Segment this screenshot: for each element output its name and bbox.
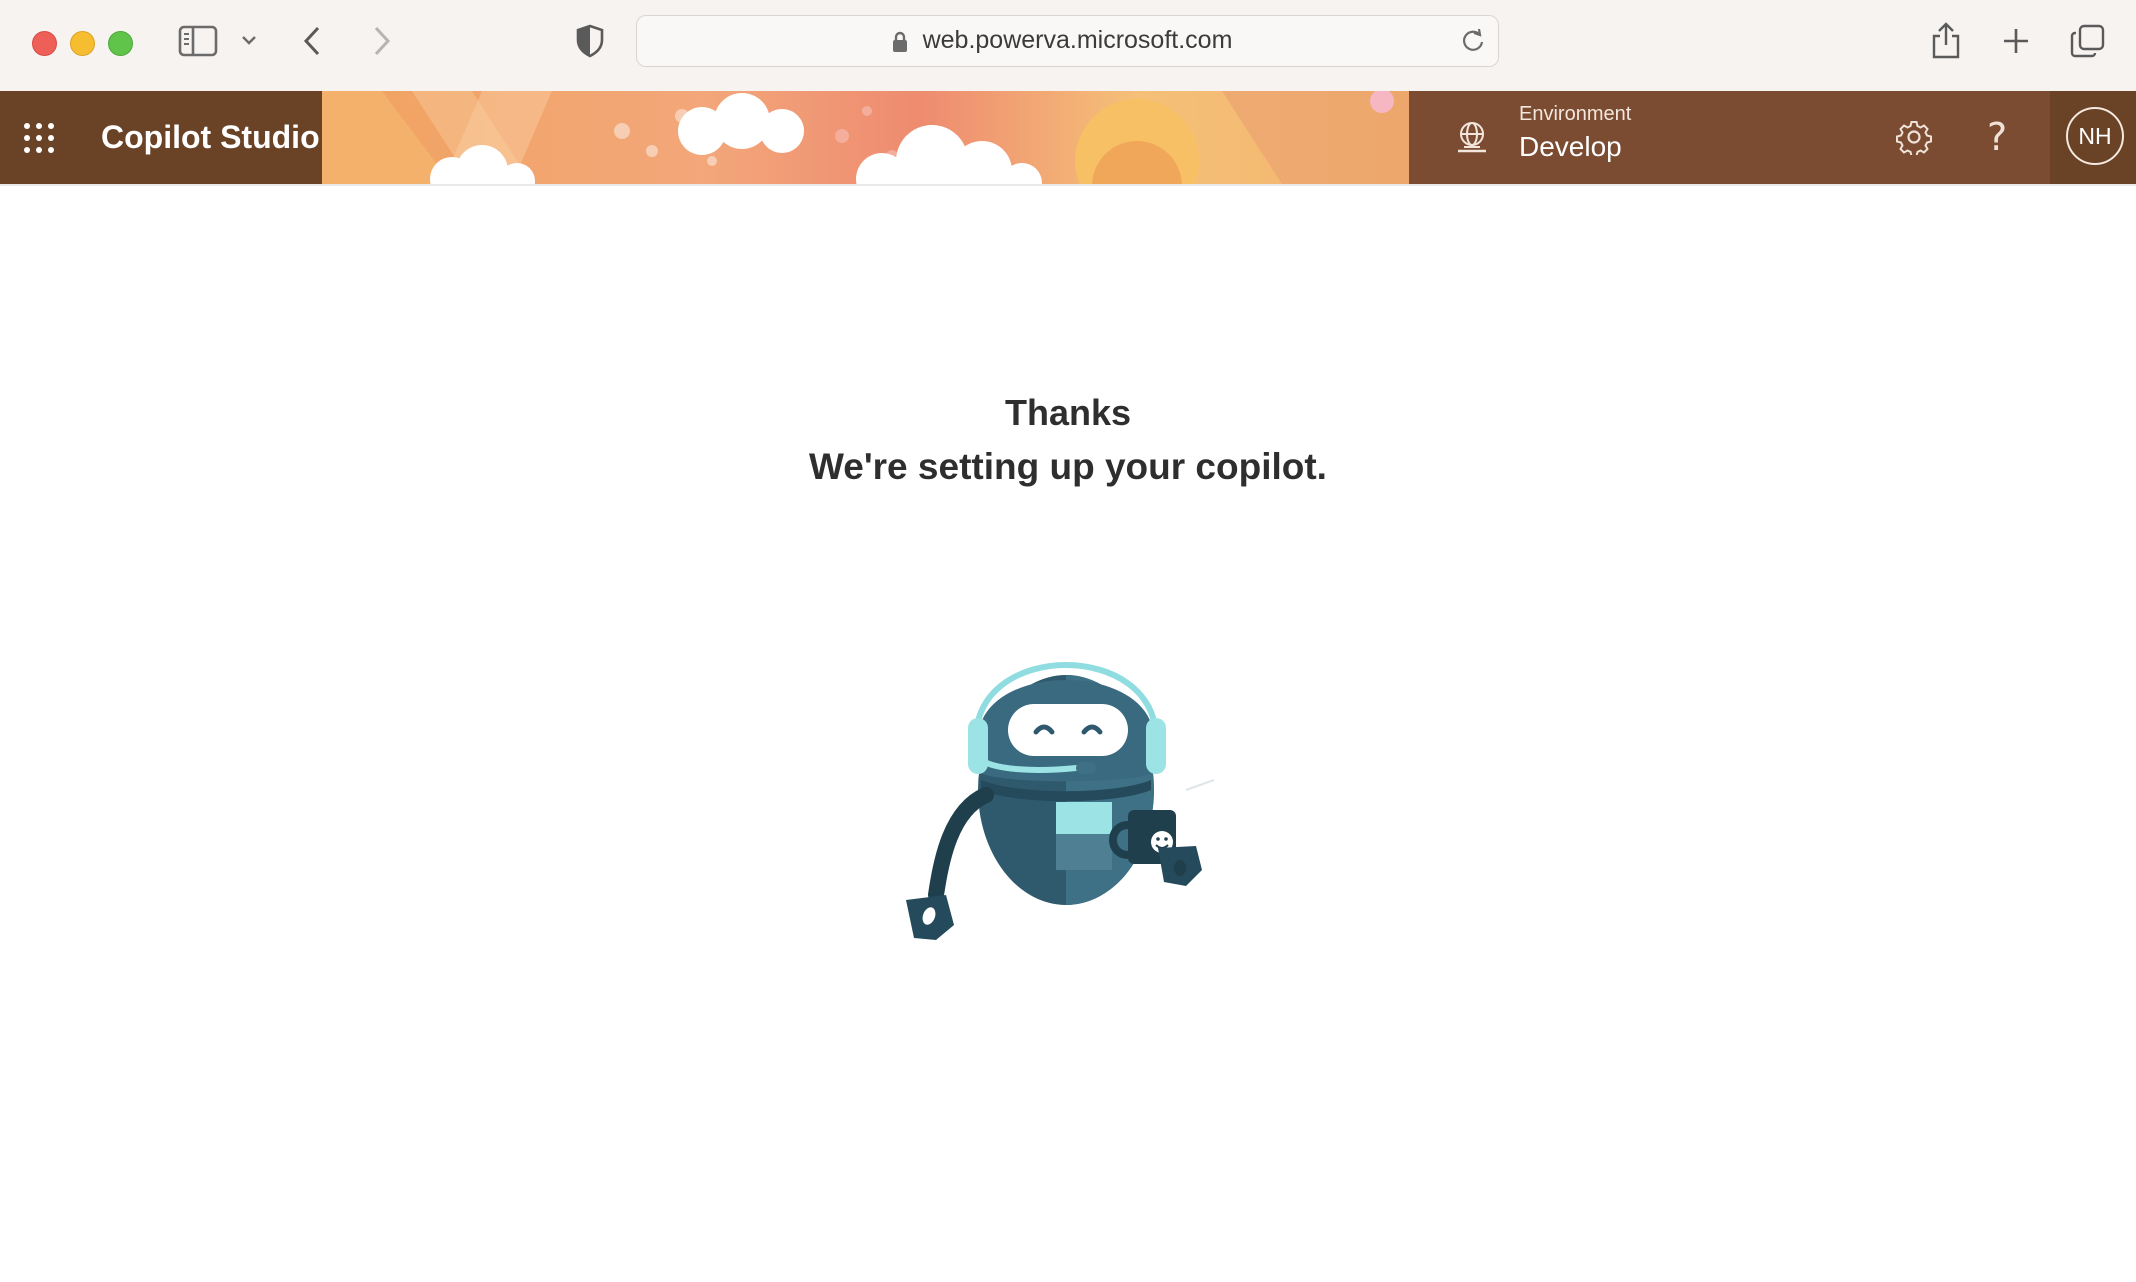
brand-area: Copilot Studio [0, 91, 322, 184]
help-icon[interactable]: ? [1987, 115, 2007, 159]
environment-value: Develop [1519, 131, 1622, 162]
url-text: web.powerva.microsoft.com [922, 26, 1233, 54]
header-divider [0, 184, 2136, 186]
new-tab-icon[interactable] [2001, 26, 2031, 56]
back-icon[interactable] [300, 24, 324, 58]
forward-icon[interactable] [370, 24, 394, 58]
chevron-down-icon[interactable] [240, 34, 258, 46]
zoom-window-button[interactable] [108, 31, 133, 56]
environment-picker[interactable]: Environment Develop ? [1409, 91, 2050, 184]
page-title: Thanks [1004, 392, 1132, 433]
minimize-window-button[interactable] [70, 31, 95, 56]
environment-label: Environment [1519, 103, 1632, 125]
address-bar[interactable]: web.powerva.microsoft.com [636, 15, 1499, 67]
app-launcher-icon[interactable] [22, 121, 56, 155]
app-header: Copilot Studio Environment Develop ? NH [0, 91, 2136, 184]
robot-illustration [896, 620, 1236, 955]
reload-icon[interactable] [1460, 27, 1486, 58]
tab-overview-icon[interactable] [2070, 23, 2106, 59]
avatar[interactable]: NH [2066, 107, 2124, 165]
browser-toolbar: web.powerva.microsoft.com [0, 0, 2136, 92]
share-icon[interactable] [1930, 20, 1962, 60]
page-subtitle: We're setting up your copilot. [809, 446, 1327, 487]
shield-icon[interactable] [576, 24, 604, 58]
header-banner-art [322, 91, 1409, 184]
globe-icon [1455, 120, 1489, 159]
settings-gear-icon[interactable] [1896, 119, 1932, 160]
close-window-button[interactable] [32, 31, 57, 56]
app-title[interactable]: Copilot Studio [101, 91, 320, 184]
sidebar-icon[interactable] [178, 24, 218, 58]
account-area: NH [2050, 91, 2136, 184]
